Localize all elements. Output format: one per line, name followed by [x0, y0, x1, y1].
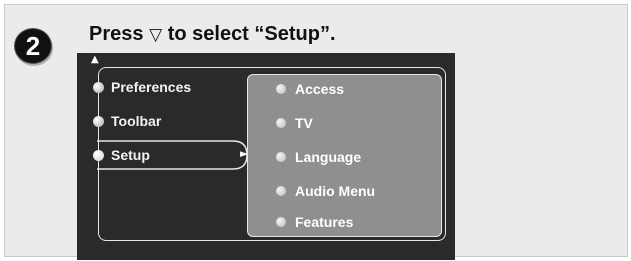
- menu-item-toolbar[interactable]: Toolbar: [93, 111, 161, 131]
- round-bullet-icon: [276, 118, 286, 128]
- submenu-item-access[interactable]: Access: [276, 79, 344, 99]
- instruction-panel: 2 Press ▽ to select “Setup”. ▲ Preferenc…: [4, 4, 628, 260]
- instruction-prefix: Press: [89, 23, 144, 45]
- submenu-item-label: TV: [295, 115, 313, 131]
- step-number: 2: [26, 31, 40, 61]
- osd-screen: ▲ Preferences Toolbar Setup ► Access TV: [77, 53, 455, 260]
- submenu-panel: Access TV Language Audio Menu Features: [247, 74, 442, 237]
- round-bullet-icon: [276, 186, 286, 196]
- submenu-item-label: Audio Menu: [295, 183, 376, 199]
- submenu-item-language[interactable]: Language: [276, 147, 361, 167]
- round-bullet-icon: [276, 152, 286, 162]
- submenu-item-label: Access: [295, 81, 345, 97]
- round-bullet-icon: [276, 84, 286, 94]
- round-bullet-icon: [276, 217, 286, 227]
- submenu-item-features[interactable]: Features: [276, 212, 353, 232]
- down-triangle-key-icon: ▽: [149, 25, 163, 44]
- up-arrow-icon: ▲: [91, 54, 99, 65]
- submenu-item-audio-menu[interactable]: Audio Menu: [276, 181, 375, 201]
- instruction-text: Press ▽ to select “Setup”.: [89, 23, 336, 46]
- step-number-badge: 2: [14, 28, 53, 66]
- submenu-item-label: Language: [295, 149, 362, 165]
- round-bullet-icon: [93, 81, 104, 93]
- menu-item-label: Preferences: [111, 79, 192, 95]
- round-bullet-icon: [93, 115, 104, 127]
- menu-item-preferences[interactable]: Preferences: [93, 77, 191, 97]
- submenu-item-label: Features: [295, 214, 354, 230]
- menu-item-label: Toolbar: [111, 113, 162, 129]
- instruction-suffix: to select “Setup”.: [167, 23, 336, 45]
- submenu-item-tv[interactable]: TV: [276, 113, 313, 133]
